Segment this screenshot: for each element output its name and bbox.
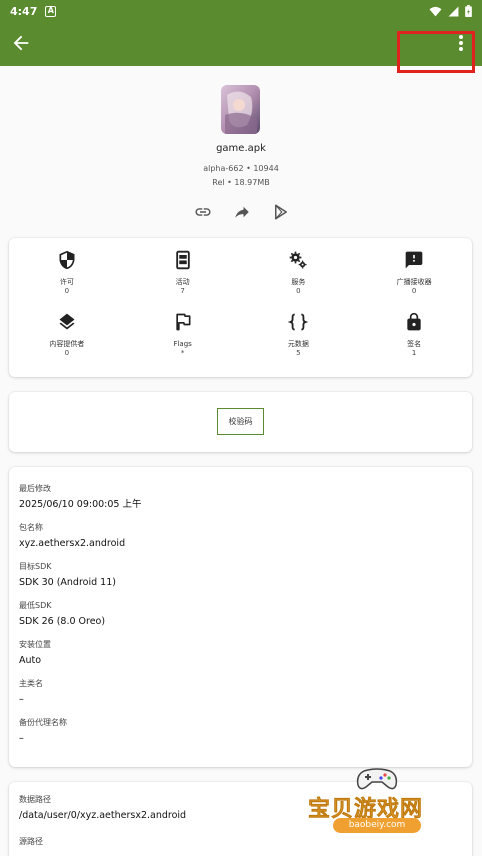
grid-item-providers[interactable]: 内容提供者 0 bbox=[9, 312, 125, 374]
app-name: game.apk bbox=[216, 143, 266, 154]
info-key: 源路径 bbox=[19, 837, 43, 846]
grid-item-count: 0 bbox=[64, 349, 70, 357]
layers-icon bbox=[59, 313, 75, 330]
app-icon bbox=[221, 85, 260, 134]
info-value: – bbox=[19, 694, 24, 705]
info-item-package-name: 包名称 xyz.aethersx2.android bbox=[19, 523, 125, 550]
watermark-url: baobeiy.com bbox=[333, 818, 421, 833]
checksum-card: 校验码 bbox=[9, 392, 472, 452]
lock-icon bbox=[407, 312, 421, 331]
grid-item-label: 活动 bbox=[175, 278, 190, 286]
info-key: 目标SDK bbox=[19, 562, 52, 571]
grid-item-count: 5 bbox=[296, 349, 301, 357]
grid-item-label: 内容提供者 bbox=[49, 340, 85, 348]
app-version: alpha-662 • 10944 bbox=[203, 164, 279, 173]
info-item-install-location: 安装位置 Auto bbox=[19, 640, 51, 667]
link-icon[interactable] bbox=[194, 203, 212, 221]
info-item-data-path: 数据路径 /data/user/0/xyz.aethersx2.android bbox=[19, 795, 186, 822]
info-key: 主类名 bbox=[19, 679, 43, 688]
alert-message-icon bbox=[405, 251, 423, 269]
info-key: 备份代理名称 bbox=[19, 718, 67, 727]
grid-item-label: 元数据 bbox=[287, 340, 309, 348]
checksum-button[interactable]: 校验码 bbox=[217, 408, 264, 435]
grid-item-services[interactable]: 服务 0 bbox=[241, 250, 357, 312]
info-value: xyz.aethersx2.android bbox=[19, 538, 126, 549]
info-value: 2025/06/10 09:00:05 上午 bbox=[19, 499, 142, 510]
status-bar: 4:47 A bbox=[0, 0, 482, 22]
shield-icon bbox=[59, 250, 75, 270]
info-key: 安装位置 bbox=[19, 640, 51, 649]
grid-item-label: 广播接收器 bbox=[396, 278, 432, 286]
grid-item-signatures[interactable]: 签名 1 bbox=[356, 312, 472, 374]
info-key: 最后修改 bbox=[19, 484, 51, 493]
grid-item-count: * bbox=[180, 349, 185, 357]
grid-item-label: Flags bbox=[173, 340, 192, 348]
grid-item-count: 7 bbox=[180, 287, 185, 295]
info-value: SDK 30 (Android 11) bbox=[19, 577, 116, 588]
gears-icon bbox=[290, 251, 307, 269]
play-store-icon[interactable] bbox=[272, 203, 290, 221]
grid-item-count: 1 bbox=[411, 349, 417, 357]
status-time: 4:47 bbox=[10, 4, 38, 18]
info-value: Auto bbox=[19, 655, 42, 666]
grid-item-flags[interactable]: Flags * bbox=[125, 312, 241, 374]
share-icon[interactable] bbox=[233, 203, 251, 221]
back-arrow-icon[interactable] bbox=[10, 32, 32, 54]
info-item-main-class: 主类名 – bbox=[19, 679, 43, 706]
braces-icon bbox=[288, 313, 309, 331]
grid-item-label: 许可 bbox=[59, 278, 74, 286]
grid-item-count: 0 bbox=[64, 287, 70, 295]
info-key: 包名称 bbox=[19, 523, 43, 532]
info-value: SDK 26 (8.0 Oreo) bbox=[19, 616, 106, 627]
highlight-annotation bbox=[397, 31, 475, 73]
app-release-size: Rel • 18.97MB bbox=[212, 178, 270, 187]
info-key: 数据路径 bbox=[19, 795, 51, 804]
grid-item-metadata[interactable]: 元数据 5 bbox=[241, 312, 357, 374]
components-card: 许可 0 活动 7 服务 0 广播接收器 0 内容提供者 0 Flags * 元… bbox=[9, 238, 472, 377]
grid-item-label: 服务 bbox=[291, 278, 306, 286]
wifi-icon bbox=[429, 6, 442, 16]
info-item-backup-agent: 备份代理名称 – bbox=[19, 718, 67, 745]
battery-icon bbox=[465, 5, 472, 17]
info-key: 最低SDK bbox=[19, 601, 52, 610]
grid-item-permissions[interactable]: 许可 0 bbox=[9, 250, 125, 312]
signal-icon bbox=[448, 6, 459, 16]
info-value: – bbox=[19, 733, 24, 744]
grid-item-receivers[interactable]: 广播接收器 0 bbox=[356, 250, 472, 312]
grid-item-count: 0 bbox=[411, 287, 417, 295]
grid-item-count: 0 bbox=[296, 287, 301, 295]
info-card: 最后修改 2025/06/10 09:00:05 上午 包名称 xyz.aeth… bbox=[9, 467, 472, 767]
info-item-target-sdk: 目标SDK SDK 30 (Android 11) bbox=[19, 562, 116, 589]
action-row bbox=[194, 203, 290, 221]
info-item-source-path: 源路径 bbox=[19, 837, 43, 852]
info-item-last-modified: 最后修改 2025/06/10 09:00:05 上午 bbox=[19, 484, 141, 511]
info-value: /data/user/0/xyz.aethersx2.android bbox=[19, 810, 187, 821]
grid-item-activities[interactable]: 活动 7 bbox=[125, 250, 241, 312]
activity-icon bbox=[175, 250, 190, 270]
notification-icon: A bbox=[45, 5, 57, 17]
grid-item-label: 签名 bbox=[407, 340, 422, 348]
info-item-min-sdk: 最低SDK SDK 26 (8.0 Oreo) bbox=[19, 601, 105, 628]
gamepad-logo bbox=[356, 768, 398, 790]
flag-icon bbox=[175, 313, 191, 331]
